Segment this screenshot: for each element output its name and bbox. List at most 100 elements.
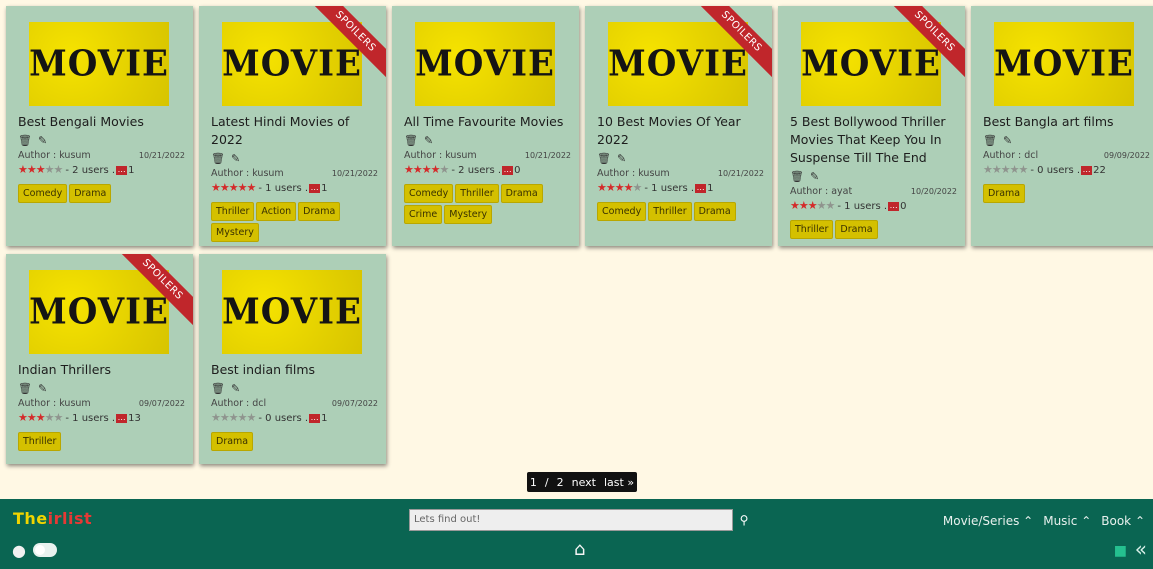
list-card[interactable]: MOVIE SPOILERS Indian Thrillers 🗑 ✎ Author : … [6,254,193,464]
genre-tag[interactable]: Drama [835,220,878,239]
comment-icon[interactable]: … [502,165,514,175]
comment-icon[interactable]: … [1081,165,1093,175]
star-icon[interactable]: ★ [799,199,809,212]
genre-tag[interactable]: Thriller [648,202,692,221]
card-title[interactable]: 10 Best Movies Of Year 2022 [597,113,764,149]
star-icon[interactable]: ★ [27,163,37,176]
star-icon[interactable]: ★ [238,411,248,424]
star-icon[interactable]: ★ [422,163,432,176]
delete-icon[interactable]: 🗑 [404,134,418,147]
star-icon[interactable]: ★ [790,199,800,212]
search-input[interactable]: Lets find out! [409,509,733,531]
star-icon[interactable]: ★ [229,181,239,194]
star-icon[interactable]: ★ [211,181,221,194]
star-icon[interactable]: ★ [817,199,827,212]
star-icon[interactable]: ★ [45,163,55,176]
delete-icon[interactable]: 🗑 [597,152,611,165]
card-title[interactable]: Latest Hindi Movies of 2022 [211,113,378,149]
card-title[interactable]: All Time Favourite Movies [404,113,571,131]
comment-icon[interactable]: … [888,201,900,211]
edit-icon[interactable]: ✎ [1003,134,1012,147]
genre-tag[interactable]: Drama [693,202,736,221]
home-icon[interactable]: ⌂ [574,539,585,560]
star-icon[interactable]: ★ [229,411,239,424]
comment-icon[interactable]: … [695,183,707,193]
comment-icon[interactable]: … [309,413,321,423]
delete-icon[interactable]: 🗑 [790,170,804,183]
delete-icon[interactable]: 🗑 [983,134,997,147]
star-icon[interactable]: ★ [27,411,37,424]
genre-tag[interactable]: Comedy [404,184,454,203]
site-logo[interactable]: Theirlist [13,509,92,528]
genre-tag[interactable]: Drama [983,184,1026,203]
edit-icon[interactable]: ✎ [810,170,819,183]
list-card[interactable]: MOVIE Best Bengali Movies 🗑 ✎ Author : kusum… [6,6,193,246]
user-icon[interactable]: ● [12,541,26,560]
edit-icon[interactable]: ✎ [38,382,47,395]
star-icon[interactable]: ★ [54,411,64,424]
genre-tag[interactable]: Thriller [455,184,499,203]
comment-icon[interactable]: … [116,413,128,423]
chat-icon[interactable]: ■ [1114,543,1127,559]
edit-icon[interactable]: ✎ [424,134,433,147]
genre-tag[interactable]: Drama [298,202,341,221]
search-icon[interactable]: ⚲ [734,509,754,531]
star-icon[interactable]: ★ [220,181,230,194]
genre-tag[interactable]: Mystery [211,223,259,242]
card-title[interactable]: Indian Thrillers [18,361,185,379]
star-icon[interactable]: ★ [606,181,616,194]
next-page-link[interactable]: next [572,476,596,489]
comment-icon[interactable]: … [309,183,321,193]
star-icon[interactable]: ★ [18,411,28,424]
genre-tag[interactable]: Comedy [18,184,68,203]
star-icon[interactable]: ★ [1001,163,1011,176]
delete-icon[interactable]: 🗑 [18,134,32,147]
edit-icon[interactable]: ✎ [38,134,47,147]
genre-tag[interactable]: Mystery [444,205,493,224]
menu-movie-series[interactable]: Movie/Series ⌃ [943,514,1033,528]
star-icon[interactable]: ★ [826,199,836,212]
genre-tag[interactable]: Drama [211,432,254,451]
genre-tag[interactable]: Thriller [790,220,834,239]
star-icon[interactable]: ★ [597,181,607,194]
card-title[interactable]: 5 Best Bollywood Thriller Movies That Ke… [790,113,957,167]
genre-tag[interactable]: Drama [500,184,543,203]
star-icon[interactable]: ★ [1010,163,1020,176]
last-page-link[interactable]: last » [604,476,634,489]
star-icon[interactable]: ★ [983,163,993,176]
star-icon[interactable]: ★ [808,199,818,212]
genre-tag[interactable]: Thriller [211,202,255,221]
edit-icon[interactable]: ✎ [231,152,240,165]
card-title[interactable]: Best Bengali Movies [18,113,185,131]
star-icon[interactable]: ★ [992,163,1002,176]
genre-tag[interactable]: Action [256,202,297,221]
star-icon[interactable]: ★ [404,163,414,176]
delete-icon[interactable]: 🗑 [211,152,225,165]
collapse-icon[interactable]: « [1135,537,1147,561]
star-icon[interactable]: ★ [36,411,46,424]
list-card[interactable]: MOVIE All Time Favourite Movies 🗑 ✎ Author :… [392,6,579,246]
star-icon[interactable]: ★ [211,411,221,424]
list-card[interactable]: MOVIE SPOILERS 10 Best Movies Of Year 2022… [585,6,772,246]
delete-icon[interactable]: 🗑 [211,382,225,395]
edit-icon[interactable]: ✎ [617,152,626,165]
star-icon[interactable]: ★ [247,411,257,424]
list-card[interactable]: MOVIE Best Bangla art films 🗑 ✎ Author : dcl… [971,6,1153,246]
genre-tag[interactable]: Thriller [18,432,62,451]
star-icon[interactable]: ★ [220,411,230,424]
genre-tag[interactable]: Crime [404,205,443,224]
star-icon[interactable]: ★ [247,181,257,194]
star-icon[interactable]: ★ [413,163,423,176]
theme-toggle[interactable] [33,543,57,557]
delete-icon[interactable]: 🗑 [18,382,32,395]
star-icon[interactable]: ★ [1019,163,1029,176]
edit-icon[interactable]: ✎ [231,382,240,395]
comment-icon[interactable]: … [116,165,128,175]
menu-music[interactable]: Music ⌃ [1043,514,1091,528]
star-icon[interactable]: ★ [36,163,46,176]
star-icon[interactable]: ★ [615,181,625,194]
genre-tag[interactable]: Drama [69,184,112,203]
star-icon[interactable]: ★ [18,163,28,176]
star-icon[interactable]: ★ [54,163,64,176]
star-icon[interactable]: ★ [238,181,248,194]
